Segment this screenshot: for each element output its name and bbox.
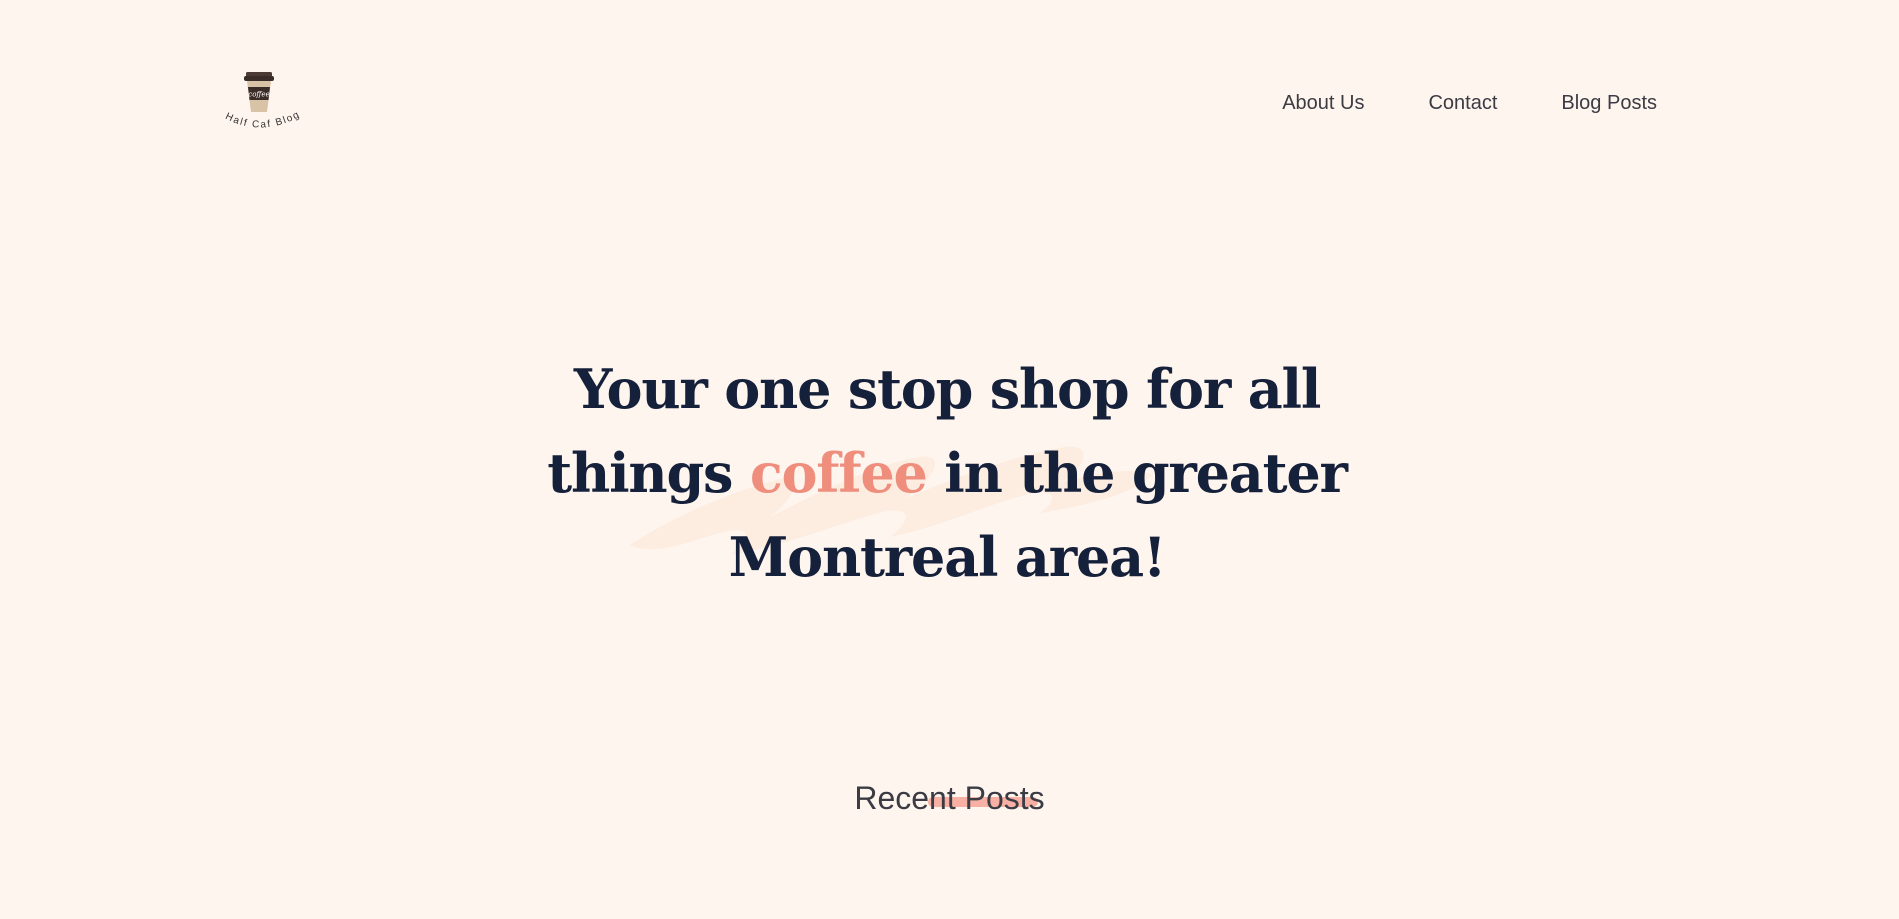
nav-contact-link[interactable]: Contact xyxy=(1428,92,1497,115)
nav-blog-posts-link[interactable]: Blog Posts xyxy=(1561,92,1657,115)
recent-posts-heading-text: Recent Posts xyxy=(854,780,1045,816)
nav-about-us-link[interactable]: About Us xyxy=(1282,92,1364,115)
recent-posts-heading: Recent Posts xyxy=(854,780,1044,817)
recent-posts-section: Recent Posts xyxy=(0,780,1899,817)
svg-text:Half Caf Blog: Half Caf Blog xyxy=(223,109,302,131)
svg-text:coffee: coffee xyxy=(248,91,269,99)
hero-section: Your one stop shop for all things coffee… xyxy=(540,347,1354,603)
hero-line-2-start: things xyxy=(547,441,750,505)
coffee-cup-icon: coffee Half Caf Blog xyxy=(223,72,302,131)
hero-title: Your one stop shop for all things coffee… xyxy=(540,347,1354,599)
site-logo[interactable]: coffee Half Caf Blog xyxy=(212,62,312,150)
hero-line-2-end: in the greater xyxy=(926,441,1348,505)
hero-line-3: Montreal area! xyxy=(728,525,1167,589)
hero-coffee-accent: coffee xyxy=(749,441,928,505)
hero-line-1: Your one stop shop for all xyxy=(573,357,1321,421)
main-nav: About Us Contact Blog Posts xyxy=(1282,92,1657,115)
